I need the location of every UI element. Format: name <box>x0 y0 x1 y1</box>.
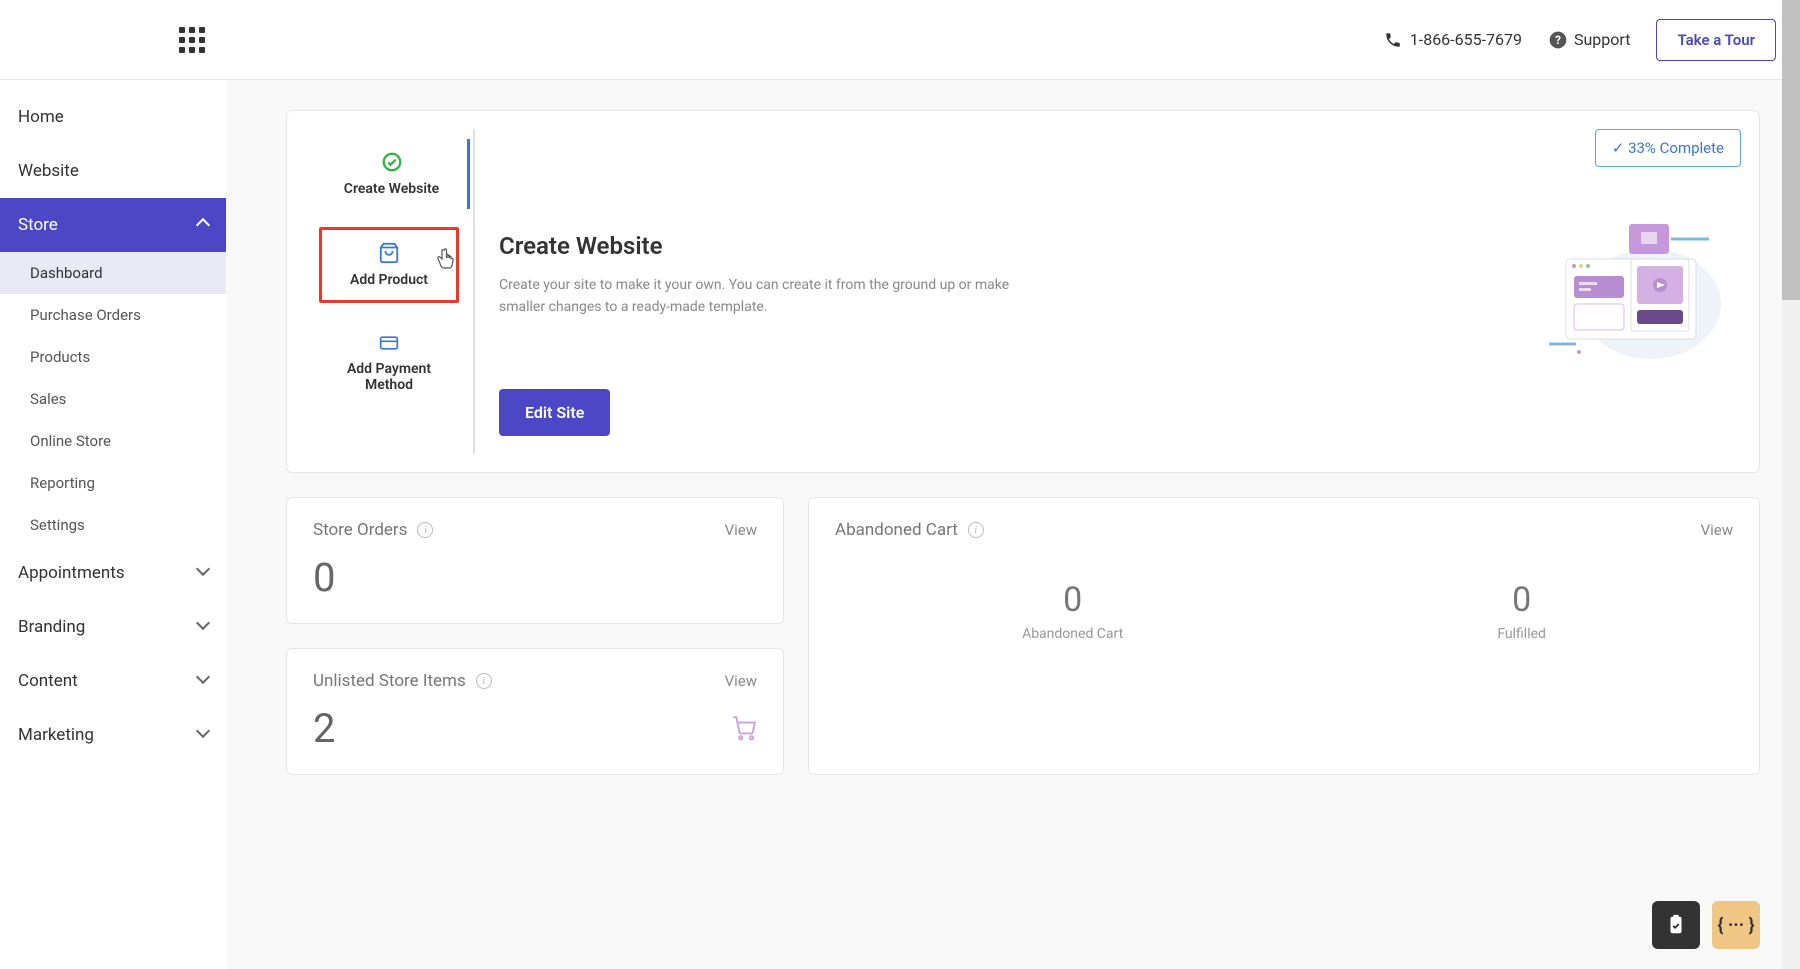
credit-card-icon <box>377 333 401 353</box>
page-scroll-thumb[interactable] <box>1782 0 1800 300</box>
unlisted-items-card: Unlisted Store Items i View 2 <box>286 648 784 775</box>
nav-content[interactable]: Content <box>0 654 226 708</box>
stat-value: 2 <box>313 705 335 752</box>
step-create-website[interactable]: Create Website <box>319 139 470 209</box>
abandoned-cart-card: Abandoned Cart i View 0 Abandoned Cart 0… <box>808 497 1760 775</box>
nav-website[interactable]: Website <box>0 144 226 198</box>
setup-title: Create Website <box>499 232 1717 260</box>
nav-home[interactable]: Home <box>0 90 226 144</box>
code-fab[interactable]: { ··· } <box>1712 901 1760 949</box>
setup-steps: Create Website Add Product Add Payment M… <box>305 129 475 454</box>
nav-branding[interactable]: Branding <box>0 600 226 654</box>
info-icon[interactable]: i <box>968 522 984 538</box>
stat-value: 0 <box>313 554 757 601</box>
chevron-down-icon <box>198 617 208 637</box>
fulfilled-item: 0 Fulfilled <box>1497 580 1546 642</box>
nav-reporting[interactable]: Reporting <box>0 462 226 504</box>
nav-products[interactable]: Products <box>0 336 226 378</box>
svg-text:?: ? <box>1555 33 1561 47</box>
top-header: 1-866-655-7679 ? Support Take a Tour <box>0 0 1800 80</box>
step-label: Create Website <box>327 181 456 197</box>
stats-row: Store Orders i View 0 Unlisted Store Ite… <box>286 497 1760 775</box>
clipboard-fab[interactable] <box>1652 901 1700 949</box>
phone-number: 1-866-655-7679 <box>1410 30 1522 49</box>
view-link[interactable]: View <box>1701 521 1733 539</box>
nav-online-store[interactable]: Online Store <box>0 420 226 462</box>
view-link[interactable]: View <box>725 672 757 690</box>
chevron-down-icon <box>198 725 208 745</box>
header-right: 1-866-655-7679 ? Support Take a Tour <box>1384 19 1776 61</box>
chevron-down-icon <box>198 563 208 583</box>
fulfilled-label: Fulfilled <box>1497 626 1546 642</box>
nav-settings[interactable]: Settings <box>0 504 226 546</box>
website-illustration <box>1541 204 1731 364</box>
header-left <box>179 27 205 53</box>
fulfilled-value: 0 <box>1497 580 1546 620</box>
page-scrollbar[interactable] <box>1782 0 1800 969</box>
phone-section[interactable]: 1-866-655-7679 <box>1384 30 1522 49</box>
view-link[interactable]: View <box>725 521 757 539</box>
cursor-pointer-icon <box>435 247 455 276</box>
stat-title: Abandoned Cart i <box>835 520 984 540</box>
take-tour-button[interactable]: Take a Tour <box>1656 19 1776 61</box>
step-label: Add Payment Method <box>327 361 451 393</box>
nav-marketing[interactable]: Marketing <box>0 708 226 762</box>
setup-description: Create your site to make it your own. Yo… <box>499 274 1019 319</box>
cart-icon <box>731 715 757 741</box>
shopping-bag-icon <box>378 242 400 264</box>
phone-icon <box>1384 31 1402 49</box>
clipboard-check-icon <box>1665 914 1687 936</box>
setup-card: Create Website Add Product Add Payment M… <box>286 110 1760 473</box>
progress-badge: ✓ 33% Complete <box>1595 129 1741 167</box>
chevron-up-icon <box>198 215 208 235</box>
step-add-payment[interactable]: Add Payment Method <box>319 321 459 405</box>
info-icon[interactable]: i <box>476 673 492 689</box>
nav-appointments[interactable]: Appointments <box>0 546 226 600</box>
info-icon[interactable]: i <box>417 522 433 538</box>
chevron-down-icon <box>198 671 208 691</box>
support-label: Support <box>1574 30 1630 49</box>
check-circle-icon <box>381 151 403 173</box>
nav-store[interactable]: Store <box>0 198 226 252</box>
nav-sales[interactable]: Sales <box>0 378 226 420</box>
nav-purchase-orders[interactable]: Purchase Orders <box>0 294 226 336</box>
nav-dashboard[interactable]: Dashboard <box>0 252 226 294</box>
store-orders-card: Store Orders i View 0 <box>286 497 784 624</box>
sidebar: Home Website Store Dashboard Purchase Or… <box>0 80 226 762</box>
step-label: Add Product <box>330 272 448 288</box>
setup-content: ✓ 33% Complete Create Website Create you… <box>475 129 1741 454</box>
code-icon: { ··· } <box>1717 915 1754 936</box>
main-content: Create Website Add Product Add Payment M… <box>226 80 1800 969</box>
abandoned-item: 0 Abandoned Cart <box>1022 580 1123 642</box>
abandoned-value: 0 <box>1022 580 1123 620</box>
stat-title: Unlisted Store Items i <box>313 671 492 691</box>
abandoned-label: Abandoned Cart <box>1022 626 1123 642</box>
support-link[interactable]: ? Support <box>1548 30 1630 50</box>
stat-title: Store Orders i <box>313 520 433 540</box>
edit-site-button[interactable]: Edit Site <box>499 389 610 436</box>
apps-grid-icon[interactable] <box>179 27 205 53</box>
help-icon: ? <box>1548 30 1568 50</box>
